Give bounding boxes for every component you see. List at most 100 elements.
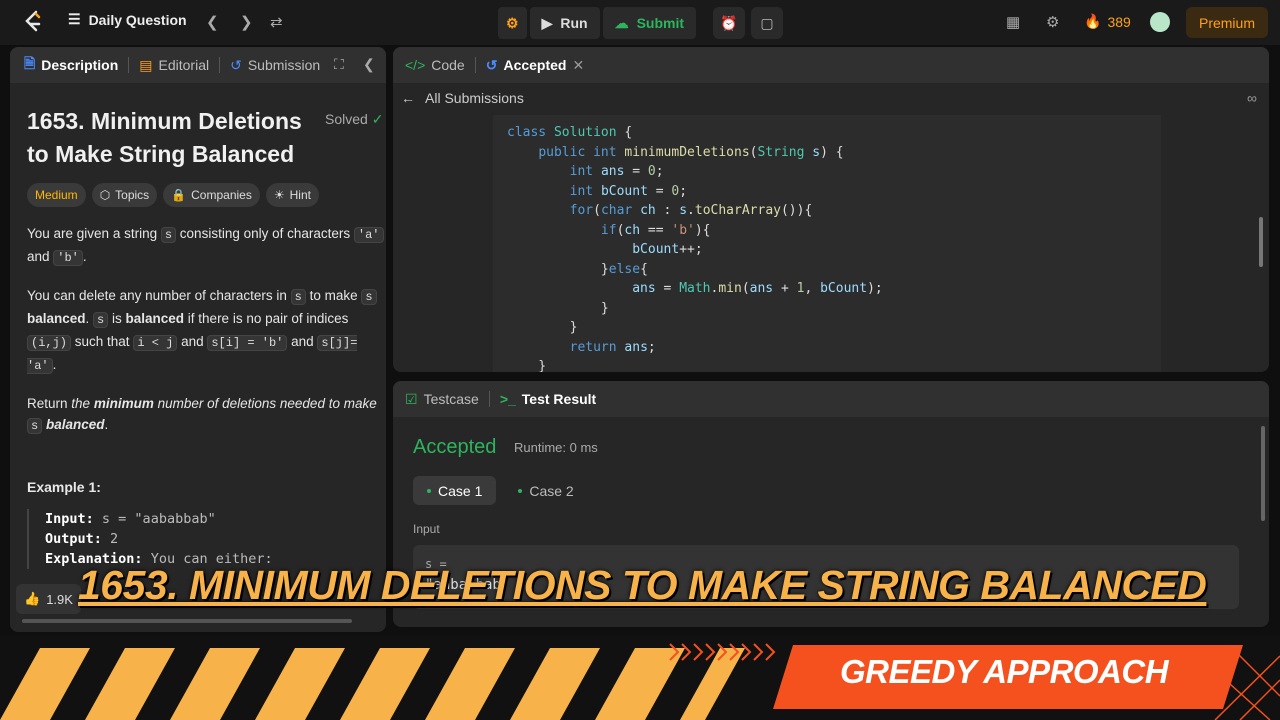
avatar[interactable] [1150,12,1170,32]
daily-question-label: Daily Question [88,11,187,28]
description-paragraph-2: You can delete any number of characters … [27,285,386,377]
code-icon: </> [405,57,426,73]
tab-submission-label: Submission [247,57,321,73]
cloud-upload-icon: ☁ [614,14,629,31]
thumbs-up-icon: 👍 [24,591,41,606]
lock-icon: 🔒 [171,188,187,202]
problem-title[interactable]: 1653. Minimum Deletions to Make String B… [27,105,312,171]
premium-button[interactable]: Premium [1186,7,1268,38]
streak-counter[interactable]: 🔥 389 [1084,13,1131,30]
case-1-label: Case 1 [438,482,483,499]
history-icon: ↺ [230,56,242,73]
check-circle-icon: ✓ [371,111,384,127]
problem-tags: Medium ⬡ Topics 🔒 Companies ☀ Hint [27,183,319,207]
tab-testcase[interactable]: ☑ Testcase [405,391,489,408]
all-submissions-label: All Submissions [425,90,524,106]
case-2-label: Case 2 [529,482,574,499]
topics-tag[interactable]: ⬡ Topics [91,183,158,207]
pass-dot-icon [518,488,523,493]
code-editor[interactable]: class Solution { public int minimumDelet… [493,115,1161,372]
list-icon: ☰ [68,11,81,27]
streak-count: 389 [1107,13,1131,30]
result-status: Accepted [413,436,497,458]
solved-status: Solved ✓ [325,111,383,128]
debug-button[interactable]: ⚙ [498,7,527,39]
horizontal-scrollbar[interactable] [22,619,352,623]
case-tabs: Case 1 Case 2 [413,476,588,505]
case-2-tab[interactable]: Case 2 [504,476,587,505]
example-input-label: Input: [45,511,94,527]
tab-editorial[interactable]: ▤ Editorial [139,57,219,74]
gear-icon[interactable]: ⚙ [1046,13,1059,31]
hint-label: Hint [289,188,311,202]
result-scrollbar[interactable] [1261,426,1265,521]
example-input-value: s = "aababbab" [101,511,216,527]
collapse-icon[interactable]: ❮ [363,56,375,73]
play-icon: ▶ [541,14,553,31]
all-submissions-link[interactable]: ← All Submissions ∞ [393,83,1269,113]
alarm-icon[interactable]: ⏰ [713,7,745,39]
tab-accepted[interactable]: ↺ Accepted ✕ [486,57,595,74]
tab-test-result[interactable]: >_ Test Result [500,391,606,407]
tab-description[interactable]: 🗎 Description [24,53,128,77]
difficulty-badge: Medium [27,183,86,207]
video-title-overlay: 1653. MINIMUM DELETIONS TO MAKE STRING B… [78,562,1207,608]
checkbox-icon: ☑ [405,390,418,407]
description-paragraph-1: You are given a string s consisting only… [27,223,386,269]
description-paragraph-3: Return the minimum number of deletions n… [27,396,377,434]
daily-question-link[interactable]: ☰ Daily Question [68,11,187,28]
tag-icon: ⬡ [99,188,111,202]
code-panel: </> Code ↺ Accepted ✕ ← All Submissions … [393,47,1269,372]
companies-label: Companies [191,188,252,202]
example-box: Input: s = "aababbab" Output: 2 Explanat… [27,509,273,569]
like-count: 1.9K [46,591,73,607]
next-question-icon[interactable]: ❯ [240,13,253,31]
input-label: Input [413,522,440,536]
prev-question-icon[interactable]: ❮ [206,13,219,31]
tab-code-label: Code [431,57,465,73]
tab-submission[interactable]: ↺ Submission [230,57,330,74]
run-submit-group: ⚙ ▶ Run ☁ Submit [498,7,697,39]
description-tabs: 🗎 Description ▤ Editorial ↺ Submission ⛶… [10,47,386,83]
topics-label: Topics [115,188,150,202]
example-heading: Example 1: [27,479,101,495]
lightbulb-icon: ☀ [273,188,285,202]
fire-icon: 🔥 [1084,13,1102,29]
terminal-icon: >_ [499,391,516,407]
leetcode-logo-icon[interactable] [22,10,44,34]
top-bar: ☰ Daily Question ❮ ❯ ⇄ ⚙ ▶ Run ☁ Submit … [0,0,1280,45]
example-output-label: Output: [45,531,102,547]
result-tabs: ☑ Testcase >_ Test Result [393,381,1269,417]
tab-editorial-label: Editorial [158,57,210,73]
solved-label: Solved [325,111,368,127]
link-icon[interactable]: ∞ [1247,90,1257,106]
history-icon: ↺ [485,56,498,73]
shuffle-icon[interactable]: ⇄ [270,13,283,31]
like-button[interactable]: 👍 1.9K [16,584,81,614]
layout-grid-icon[interactable]: ▦ [1006,13,1020,31]
bug-icon: ⚙ [506,14,519,31]
tab-test-result-label: Test Result [521,391,597,407]
tab-code[interactable]: </> Code [405,57,475,73]
example-output-value: 2 [110,531,119,547]
companies-tag[interactable]: 🔒 Companies [163,183,260,207]
runtime-text: Runtime: 0 ms [514,440,598,455]
submit-label: Submit [636,15,685,31]
hint-tag[interactable]: ☀ Hint [265,183,319,207]
run-button[interactable]: ▶ Run [529,7,600,39]
document-icon: 🗎 [24,55,36,71]
close-icon[interactable]: ✕ [572,57,584,74]
note-icon[interactable]: ▢ [751,7,783,39]
code-scrollbar[interactable] [1259,217,1263,267]
book-icon: ▤ [139,56,153,73]
code-tabs: </> Code ↺ Accepted ✕ [393,47,1269,83]
tab-description-label: Description [41,57,119,73]
case-1-tab[interactable]: Case 1 [413,476,497,505]
submit-button[interactable]: ☁ Submit [602,7,697,39]
tab-testcase-label: Testcase [423,391,479,407]
run-label: Run [560,15,588,31]
arrow-left-icon: ← [401,90,415,106]
maximize-icon[interactable]: ⛶ [334,56,344,73]
problem-description: You are given a string s consisting only… [27,223,386,453]
description-panel: 🗎 Description ▤ Editorial ↺ Submission ⛶… [10,47,386,632]
